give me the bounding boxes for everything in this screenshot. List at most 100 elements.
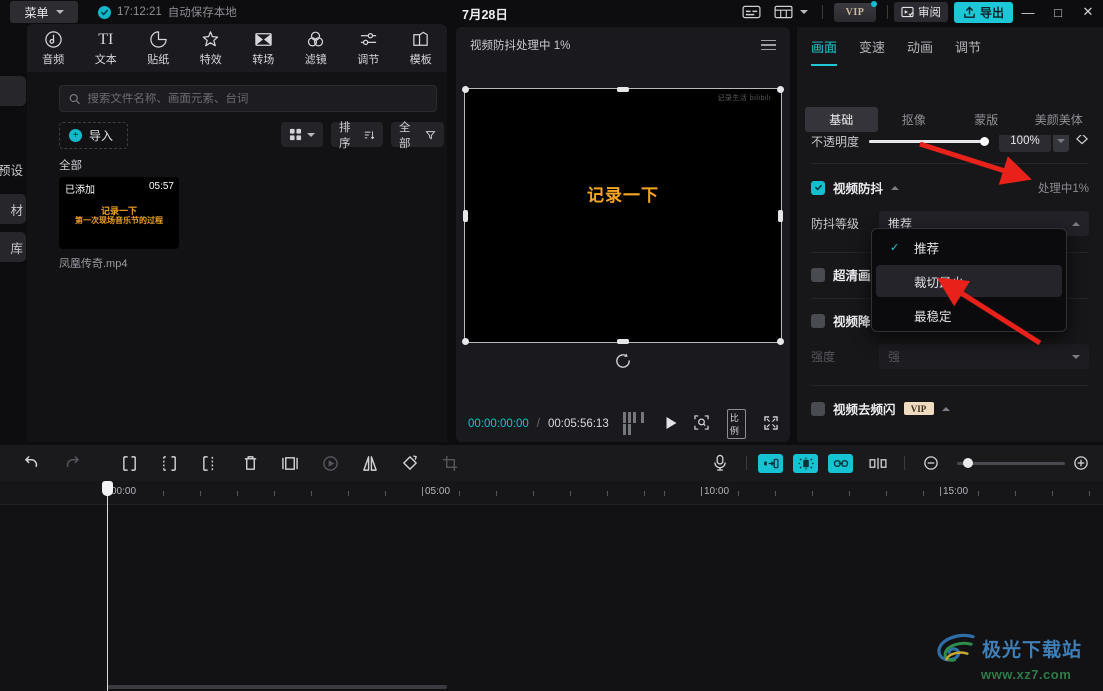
split-right-icon[interactable]	[190, 445, 230, 481]
stabilize-chevron-up-icon[interactable]	[891, 186, 899, 190]
sidebar-item-materials[interactable]: 材	[0, 194, 26, 224]
sticker-icon	[149, 30, 168, 49]
deflicker-checkbox[interactable]	[811, 402, 825, 416]
stabilize-checkbox[interactable]	[811, 181, 825, 195]
crop-frame-icon[interactable]	[270, 445, 310, 481]
snap-left-icon[interactable]	[758, 454, 783, 473]
tab-adjust[interactable]: 调节	[342, 24, 395, 72]
sort-button[interactable]: 排序	[331, 122, 383, 147]
undo-icon[interactable]	[12, 445, 52, 481]
timeline-horizontal-scrollbar[interactable]	[107, 685, 447, 689]
tab-transition[interactable]: 转场	[237, 24, 290, 72]
close-button[interactable]: ✕	[1073, 0, 1103, 24]
sidebar-item-library[interactable]: 库	[0, 232, 26, 262]
deflicker-chevron-up-icon[interactable]	[942, 407, 950, 411]
effects-icon	[201, 30, 220, 49]
stabilize-level-dropdown[interactable]: ✓ 推荐 裁切最少 最稳定	[871, 228, 1067, 332]
opacity-slider-knob[interactable]	[980, 137, 989, 146]
freeze-icon[interactable]	[310, 445, 350, 481]
layout-chevron-down-icon[interactable]	[800, 10, 808, 14]
subtab-mask[interactable]: 蒙版	[950, 107, 1023, 132]
fullscreen-button[interactable]	[764, 416, 778, 433]
sidebar-item-presets[interactable]: 预设	[0, 154, 26, 184]
playhead[interactable]	[107, 481, 108, 691]
tab-speed[interactable]: 变速	[859, 37, 885, 56]
timecode-separator: /	[537, 418, 540, 430]
sidebar-item-0[interactable]	[0, 76, 26, 106]
playhead-knob[interactable]	[102, 481, 113, 496]
denoise-checkbox[interactable]	[811, 314, 825, 328]
link-icon[interactable]	[828, 454, 853, 473]
dropdown-option-most-stable[interactable]: 最稳定	[876, 299, 1062, 331]
media-thumbnail[interactable]: 已添加 05:57 记录一下 第一次现场音乐节的过程	[59, 177, 179, 249]
opacity-value[interactable]: 100%	[999, 135, 1051, 152]
zoom-slider-knob[interactable]	[963, 458, 973, 468]
total-timecode: 00:05:56:13	[548, 418, 609, 430]
property-tabs: 画面 变速 动画 调节	[797, 27, 1103, 65]
opacity-chevron-down-icon[interactable]	[1053, 135, 1069, 152]
split-track-icon[interactable]	[858, 445, 898, 481]
search-box[interactable]	[59, 85, 437, 112]
subtitle-icon[interactable]	[739, 2, 765, 22]
frames-icon[interactable]	[623, 412, 647, 436]
handle-right[interactable]	[778, 210, 783, 222]
export-label: 导出	[980, 4, 1004, 21]
opacity-slider[interactable]	[869, 140, 989, 143]
rotate-icon[interactable]	[390, 445, 430, 481]
opacity-keyframe-icon[interactable]	[1075, 135, 1089, 150]
view-mode-button[interactable]	[281, 122, 323, 147]
fit-to-view-button[interactable]	[694, 415, 709, 433]
filter-button[interactable]: 全部	[391, 122, 444, 147]
zoom-in-icon[interactable]	[1071, 445, 1091, 481]
subtab-keying[interactable]: 抠像	[878, 107, 951, 132]
super-resolution-checkbox[interactable]	[811, 268, 825, 282]
tab-audio[interactable]: 音频	[27, 24, 80, 72]
handle-bottom-left[interactable]	[462, 338, 469, 345]
snap-center-icon[interactable]	[793, 454, 818, 473]
tab-template[interactable]: 模板	[395, 24, 448, 72]
redo-icon[interactable]	[52, 445, 92, 481]
tab-picture[interactable]: 画面	[811, 37, 837, 56]
play-button[interactable]	[665, 416, 678, 433]
tab-animation[interactable]: 动画	[907, 37, 933, 56]
player-menu-icon[interactable]	[761, 40, 776, 51]
search-input[interactable]	[87, 93, 427, 105]
microphone-icon[interactable]	[700, 445, 740, 481]
split-left-icon[interactable]	[110, 445, 150, 481]
menu-button[interactable]: 菜单	[10, 1, 78, 23]
delete-icon[interactable]	[230, 445, 270, 481]
media-item[interactable]: 已添加 05:57 记录一下 第一次现场音乐节的过程 凤凰传奇.mp4	[59, 177, 179, 271]
tab-adjustment[interactable]: 调节	[955, 37, 981, 56]
dropdown-option-recommended[interactable]: ✓ 推荐	[876, 231, 1062, 263]
timeline-ruler[interactable]: 00:00 05:00 10:00 15:00	[0, 481, 1103, 505]
tab-sticker[interactable]: 贴纸	[132, 24, 185, 72]
tab-label: 调节	[357, 51, 379, 67]
maximize-button[interactable]: □	[1043, 0, 1073, 24]
video-canvas[interactable]: 记录生活 bilibili 记录一下	[465, 89, 781, 342]
minimize-button[interactable]: —	[1013, 0, 1043, 24]
timeline-zoom-slider[interactable]	[957, 462, 1065, 465]
review-button[interactable]: 审阅	[894, 2, 948, 22]
vip-button[interactable]: VIP	[834, 3, 876, 22]
split-icon[interactable]	[150, 445, 190, 481]
dropdown-option-least-crop[interactable]: 裁切最少	[876, 265, 1062, 297]
subtab-basic[interactable]: 基础	[805, 107, 878, 132]
mirror-icon[interactable]	[350, 445, 390, 481]
handle-left[interactable]	[463, 210, 468, 222]
aspect-ratio-button[interactable]: 比例	[727, 409, 746, 439]
handle-bottom[interactable]	[617, 339, 629, 344]
crop-icon[interactable]	[430, 445, 470, 481]
handle-top[interactable]	[617, 87, 629, 92]
subtab-beauty[interactable]: 美颜美体	[1023, 107, 1096, 132]
import-button[interactable]: + 导入	[59, 122, 128, 149]
handle-top-left[interactable]	[462, 86, 469, 93]
tab-effects[interactable]: 特效	[185, 24, 238, 72]
handle-bottom-right[interactable]	[777, 338, 784, 345]
zoom-out-icon[interactable]	[911, 445, 951, 481]
export-button[interactable]: 导出	[954, 2, 1013, 23]
layout-icon[interactable]	[771, 2, 797, 22]
reload-preview-button[interactable]	[456, 352, 790, 370]
handle-top-right[interactable]	[777, 86, 784, 93]
tab-filter[interactable]: 滤镜	[290, 24, 343, 72]
tab-text[interactable]: TI 文本	[80, 24, 133, 72]
